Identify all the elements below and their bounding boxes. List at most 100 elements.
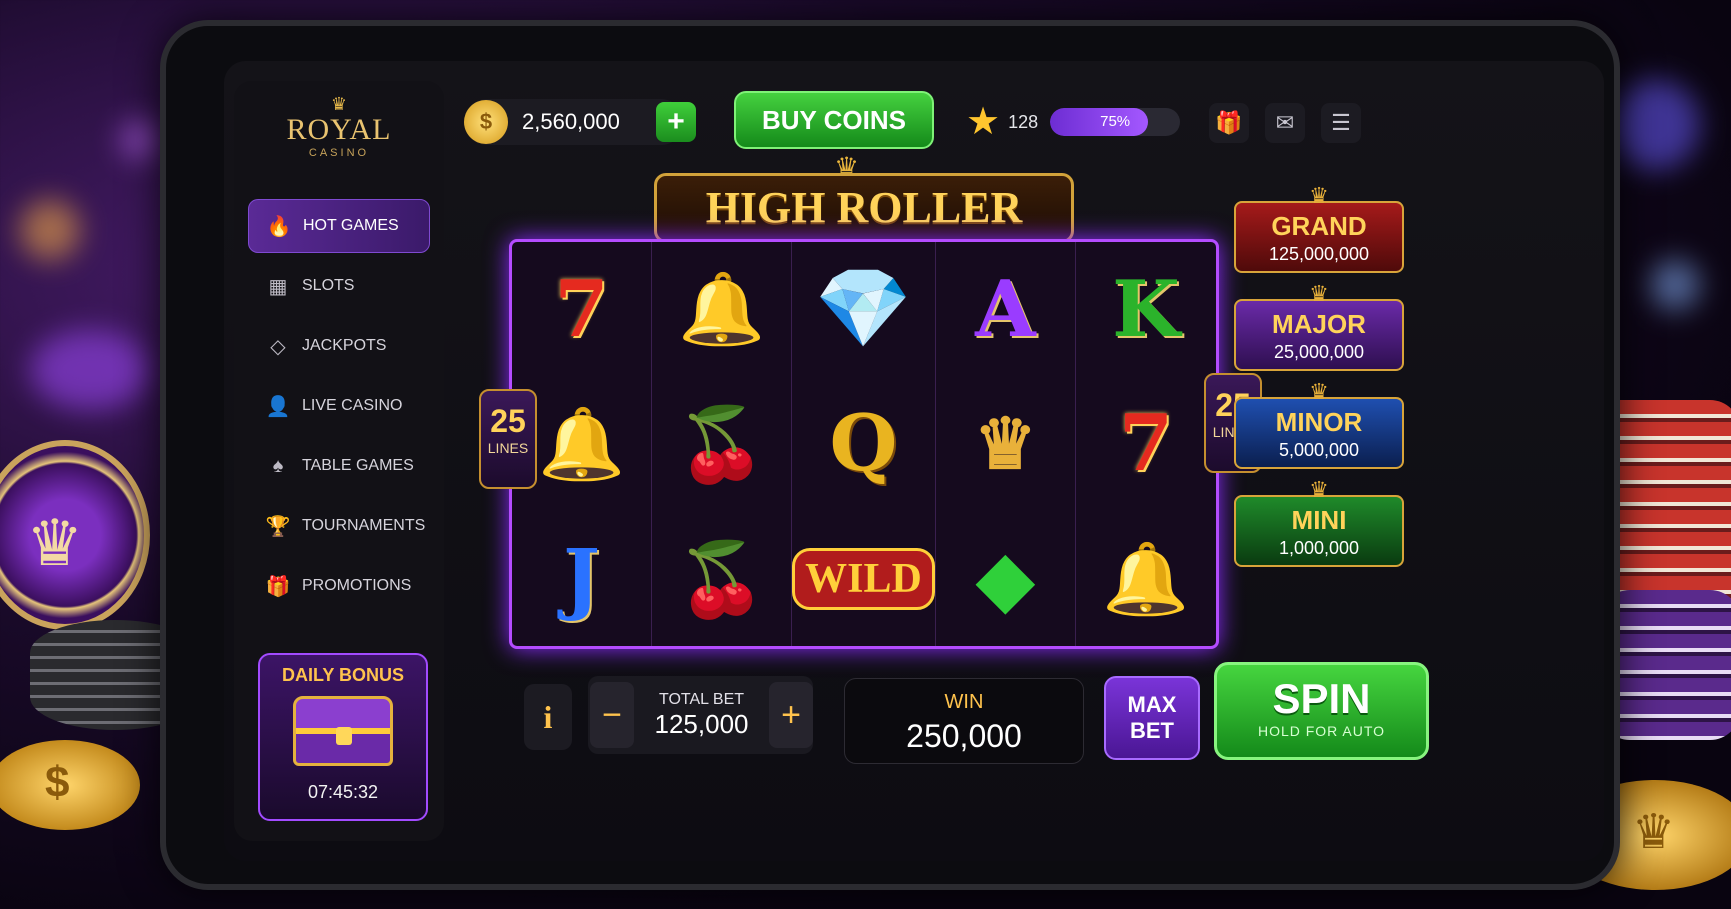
crown-icon: ♛: [26, 507, 84, 579]
mail-icon[interactable]: ✉: [1265, 103, 1305, 143]
crown-icon: ♛: [1309, 183, 1329, 208]
crown-icon: ♛: [1309, 379, 1329, 404]
tablet-frame: ♛ ROYAL CASINO 🔥 HOT GAMES ▦ SLOTS ◇ JAC…: [160, 20, 1620, 890]
reel-cell: WILD: [792, 511, 936, 646]
sidebar-item-table-games[interactable]: ♠ TABLE GAMES: [248, 439, 430, 493]
paylines-label: LINES: [487, 440, 529, 456]
jackpot-name: MAJOR: [1272, 309, 1366, 339]
treasure-chest-icon: [293, 696, 393, 766]
gift-icon[interactable]: 🎁: [1209, 103, 1249, 143]
jackpot-name: MINI: [1291, 505, 1347, 535]
daily-bonus-card[interactable]: DAILY BONUS 07:45:32: [258, 653, 428, 821]
reel-cell: K: [1076, 242, 1216, 377]
sidebar-item-hot-games[interactable]: 🔥 HOT GAMES: [248, 199, 430, 253]
reel-cell: ◆: [936, 511, 1076, 646]
jackpot-minor: ♛ MINOR 5,000,000: [1234, 379, 1404, 469]
bet-controls: i − TOTAL BET 125,000 + WIN 250,000 MAX …: [514, 662, 1594, 776]
win-display: WIN 250,000: [844, 678, 1084, 764]
seven-symbol: 7: [554, 263, 609, 355]
coin-balance: $ 2,560,000 +: [464, 99, 696, 145]
sidebar-nav: 🔥 HOT GAMES ▦ SLOTS ◇ JACKPOTS 👤 LIVE CA…: [234, 199, 444, 613]
daily-bonus-title: DAILY BONUS: [281, 665, 405, 685]
reel-cell: ♛: [936, 376, 1076, 512]
sidebar-item-tournaments[interactable]: 🏆 TOURNAMENTS: [248, 499, 430, 553]
game-title: HIGH ROLLER: [654, 173, 1074, 243]
gold-coin-decoration: $: [0, 740, 140, 830]
menu-icon[interactable]: ☰: [1321, 103, 1361, 143]
spin-sublabel: HOLD FOR AUTO: [1257, 723, 1386, 739]
diamond-icon: 💎: [814, 263, 913, 355]
sidebar-item-slots[interactable]: ▦ SLOTS: [248, 259, 430, 313]
casino-logo: ♛ ROYAL CASINO: [234, 95, 444, 159]
increase-bet-button[interactable]: +: [769, 682, 813, 748]
reel-cell: 🔔: [1076, 511, 1216, 646]
win-label: WIN: [944, 691, 984, 713]
crown-icon: ♛: [330, 94, 348, 114]
trophy-icon: 🏆: [265, 515, 291, 538]
reel-cell: 7: [1076, 377, 1216, 512]
sidebar-item-promotions[interactable]: 🎁 PROMOTIONS: [248, 559, 430, 613]
jackpot-name: MINOR: [1275, 407, 1363, 437]
letter-j-symbol: J: [563, 533, 600, 625]
letter-a-symbol: A: [975, 263, 1036, 355]
gift-icon: 🎁: [265, 575, 291, 598]
reel-cell: 7: [512, 242, 653, 377]
bell-icon: 🔔: [678, 267, 766, 351]
star-icon: ★: [966, 101, 1001, 143]
seven-symbol: 7: [1118, 398, 1174, 490]
bokeh-light: [120, 120, 160, 160]
person-icon: 👤: [265, 395, 291, 418]
game-screen: ♛ ROYAL CASINO 🔥 HOT GAMES ▦ SLOTS ◇ JAC…: [224, 61, 1604, 861]
sidebar-item-label: TABLE GAMES: [302, 457, 414, 474]
total-bet-label: TOTAL BET: [658, 690, 745, 708]
jackpot-value: 125,000,000: [1268, 244, 1370, 264]
reel-cell: Q: [792, 376, 936, 512]
spin-button[interactable]: SPIN HOLD FOR AUTO: [1214, 662, 1429, 760]
sidebar-item-label: TOURNAMENTS: [302, 517, 426, 534]
add-coins-button[interactable]: +: [656, 102, 696, 142]
logo-brand: ROYAL: [286, 113, 392, 146]
sidebar-item-live-casino[interactable]: 👤 LIVE CASINO: [248, 379, 430, 433]
reel-cell: 💎: [792, 242, 936, 377]
letter-q-symbol: Q: [829, 398, 898, 490]
cherry-icon: 🍒: [676, 535, 767, 621]
level-number: 128: [1008, 111, 1039, 132]
jackpot-mini: ♛ MINI 1,000,000: [1234, 477, 1404, 567]
crown-icon: ♛: [1309, 477, 1329, 502]
coin-icon: $: [464, 100, 508, 144]
cherry-icon: 🍒: [676, 400, 767, 486]
top-icons: 🎁 ✉ ☰: [1209, 103, 1361, 143]
logo-sub: CASINO: [308, 147, 370, 159]
total-bet-box: − TOTAL BET 125,000 +: [588, 676, 813, 754]
diamond-icon: ◇: [270, 335, 286, 358]
coin-amount: 2,560,000: [522, 109, 620, 134]
sidebar-item-label: PROMOTIONS: [302, 577, 412, 594]
wild-symbol: WILD: [792, 547, 935, 610]
slot-machine-icon: ▦: [268, 275, 288, 298]
level-progress: ★ 128 75%: [966, 101, 1186, 143]
reel-cell: 🍒: [652, 511, 793, 646]
max-bet-button[interactable]: MAX BET: [1104, 676, 1200, 760]
jackpot-value: 1,000,000: [1278, 538, 1360, 558]
buy-coins-button[interactable]: BUY COINS: [734, 91, 934, 149]
paylines-badge-left: 25 LINES: [479, 389, 537, 489]
jackpot-name: GRAND: [1271, 211, 1367, 241]
crown-icon: ♛: [1309, 281, 1329, 306]
win-value: 250,000: [906, 718, 1022, 754]
reel-cell: 🔔: [652, 242, 793, 377]
reel-cell: J: [512, 511, 653, 646]
casino-chip-decoration: ♛: [0, 440, 150, 630]
decrease-bet-button[interactable]: −: [590, 682, 634, 748]
xp-percent: 75%: [1100, 113, 1131, 130]
spade-icon: ♠: [272, 454, 284, 477]
sidebar-item-jackpots[interactable]: ◇ JACKPOTS: [248, 319, 430, 373]
sidebar-item-label: HOT GAMES: [303, 217, 399, 234]
dollar-icon: $: [45, 758, 70, 807]
jackpot-value: 5,000,000: [1278, 440, 1360, 460]
info-button[interactable]: i: [524, 684, 572, 750]
emerald-icon: ◆: [975, 533, 1036, 625]
bokeh-light: [20, 200, 80, 260]
jackpot-value: 25,000,000: [1273, 342, 1365, 362]
max-bet-line1: MAX: [1127, 692, 1177, 717]
spin-label: SPIN: [1272, 675, 1371, 722]
